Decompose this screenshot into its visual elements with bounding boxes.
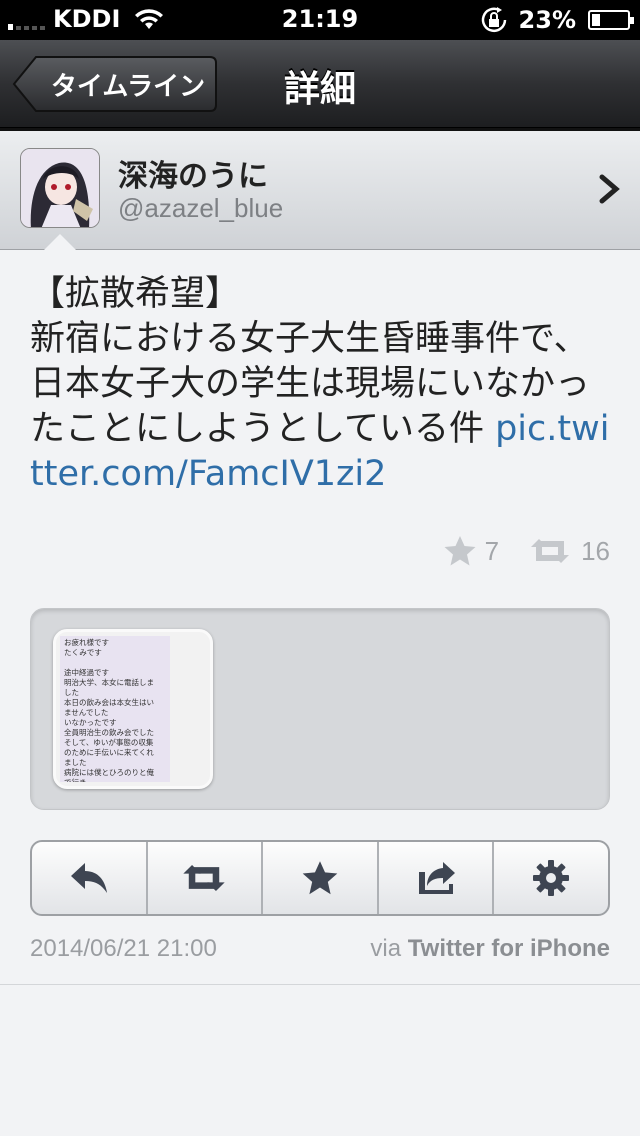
thumbnail-text-line: ました [64,758,87,767]
star-icon [302,861,338,895]
thumbnail-text-line [64,658,166,668]
favorite-button[interactable] [263,842,379,914]
header-pointer [42,234,78,252]
divider [0,984,640,985]
reply-icon [70,863,107,893]
media-container: お疲れ様です たくみです 途中経過です 明治大学、本女に電話しま した 本日の飲み会は本… [30,608,610,810]
thumbnail-text-line: そして、ゆいが事態の収集 [64,738,154,747]
thumbnail-text-line: 本日の飲み会は本女生はい [64,698,154,707]
chevron-right-icon [599,174,620,204]
screen-name: @azazel_blue [118,193,284,223]
battery-percentage: 23% [518,6,576,34]
tweet-source: via Twitter for iPhone [370,935,610,963]
reply-button[interactable] [32,842,148,914]
via-prefix: via [370,935,408,962]
thumbnail-text-line: 途中経過です [64,668,109,677]
status-bar: KDDI 21:19 23% [0,0,640,40]
display-name: 深海のうに [118,159,268,194]
profile-header[interactable]: 深海のうに @azazel_blue [0,128,640,250]
thumbnail-text-line: 明治大学、本女に電話しま [64,678,154,687]
tweet-date: 2014/06/21 21:00 [30,935,217,962]
favorite-count[interactable]: 7 [443,535,499,567]
thumbnail-text-line: いなかったです [64,718,117,727]
tweet-counts: 7 16 [415,535,610,567]
thumbnail-text-line: 病院には僕とひろのりと俺 [64,768,154,777]
page-title: 詳細 [283,68,356,109]
favorite-count-value: 7 [484,535,500,566]
retweet-icon [531,539,570,563]
retweet-icon [183,864,226,892]
action-bar [30,840,610,916]
thumbnail-text-line: たくみです [64,648,102,657]
battery-icon [588,10,634,30]
thumbnail-text-line: のために手伝いに来てくれ [64,748,154,757]
settings-button[interactable] [494,842,608,914]
avatar-image [21,149,99,227]
retweet-button[interactable] [148,842,264,914]
retweet-count-value: 16 [581,535,610,566]
battery-level-fill [592,14,600,26]
star-icon [444,536,476,566]
thumbnail-text-line: で行き [64,778,166,782]
avatar[interactable] [20,148,100,228]
navigation-bar: タイムライン 詳細 [0,40,640,128]
tweet-text: 【拡散希望】 新宿における女子大生昏睡事件で、日本女子大の学生は現場にいなかった… [30,272,620,497]
thumbnail-text-line: 全員明治生の飲み会でした [64,728,154,737]
orientation-lock-icon [481,7,506,33]
thumbnail-text-line: お疲れ様です [64,638,109,647]
media-thumbnail[interactable]: お疲れ様です たくみです 途中経過です 明治大学、本女に電話しま した 本日の飲み会は本… [53,629,213,789]
share-button[interactable] [379,842,495,914]
thumbnail-text-line: した [64,688,79,697]
thumbnail-screenshot: お疲れ様です たくみです 途中経過です 明治大学、本女に電話しま した 本日の飲み会は本… [60,636,170,782]
retweet-count[interactable]: 16 [527,536,610,567]
client-name[interactable]: Twitter for iPhone [408,935,610,962]
thumbnail-text-line: ませんでした [64,708,109,717]
gear-icon [533,860,570,896]
share-icon [418,862,455,894]
